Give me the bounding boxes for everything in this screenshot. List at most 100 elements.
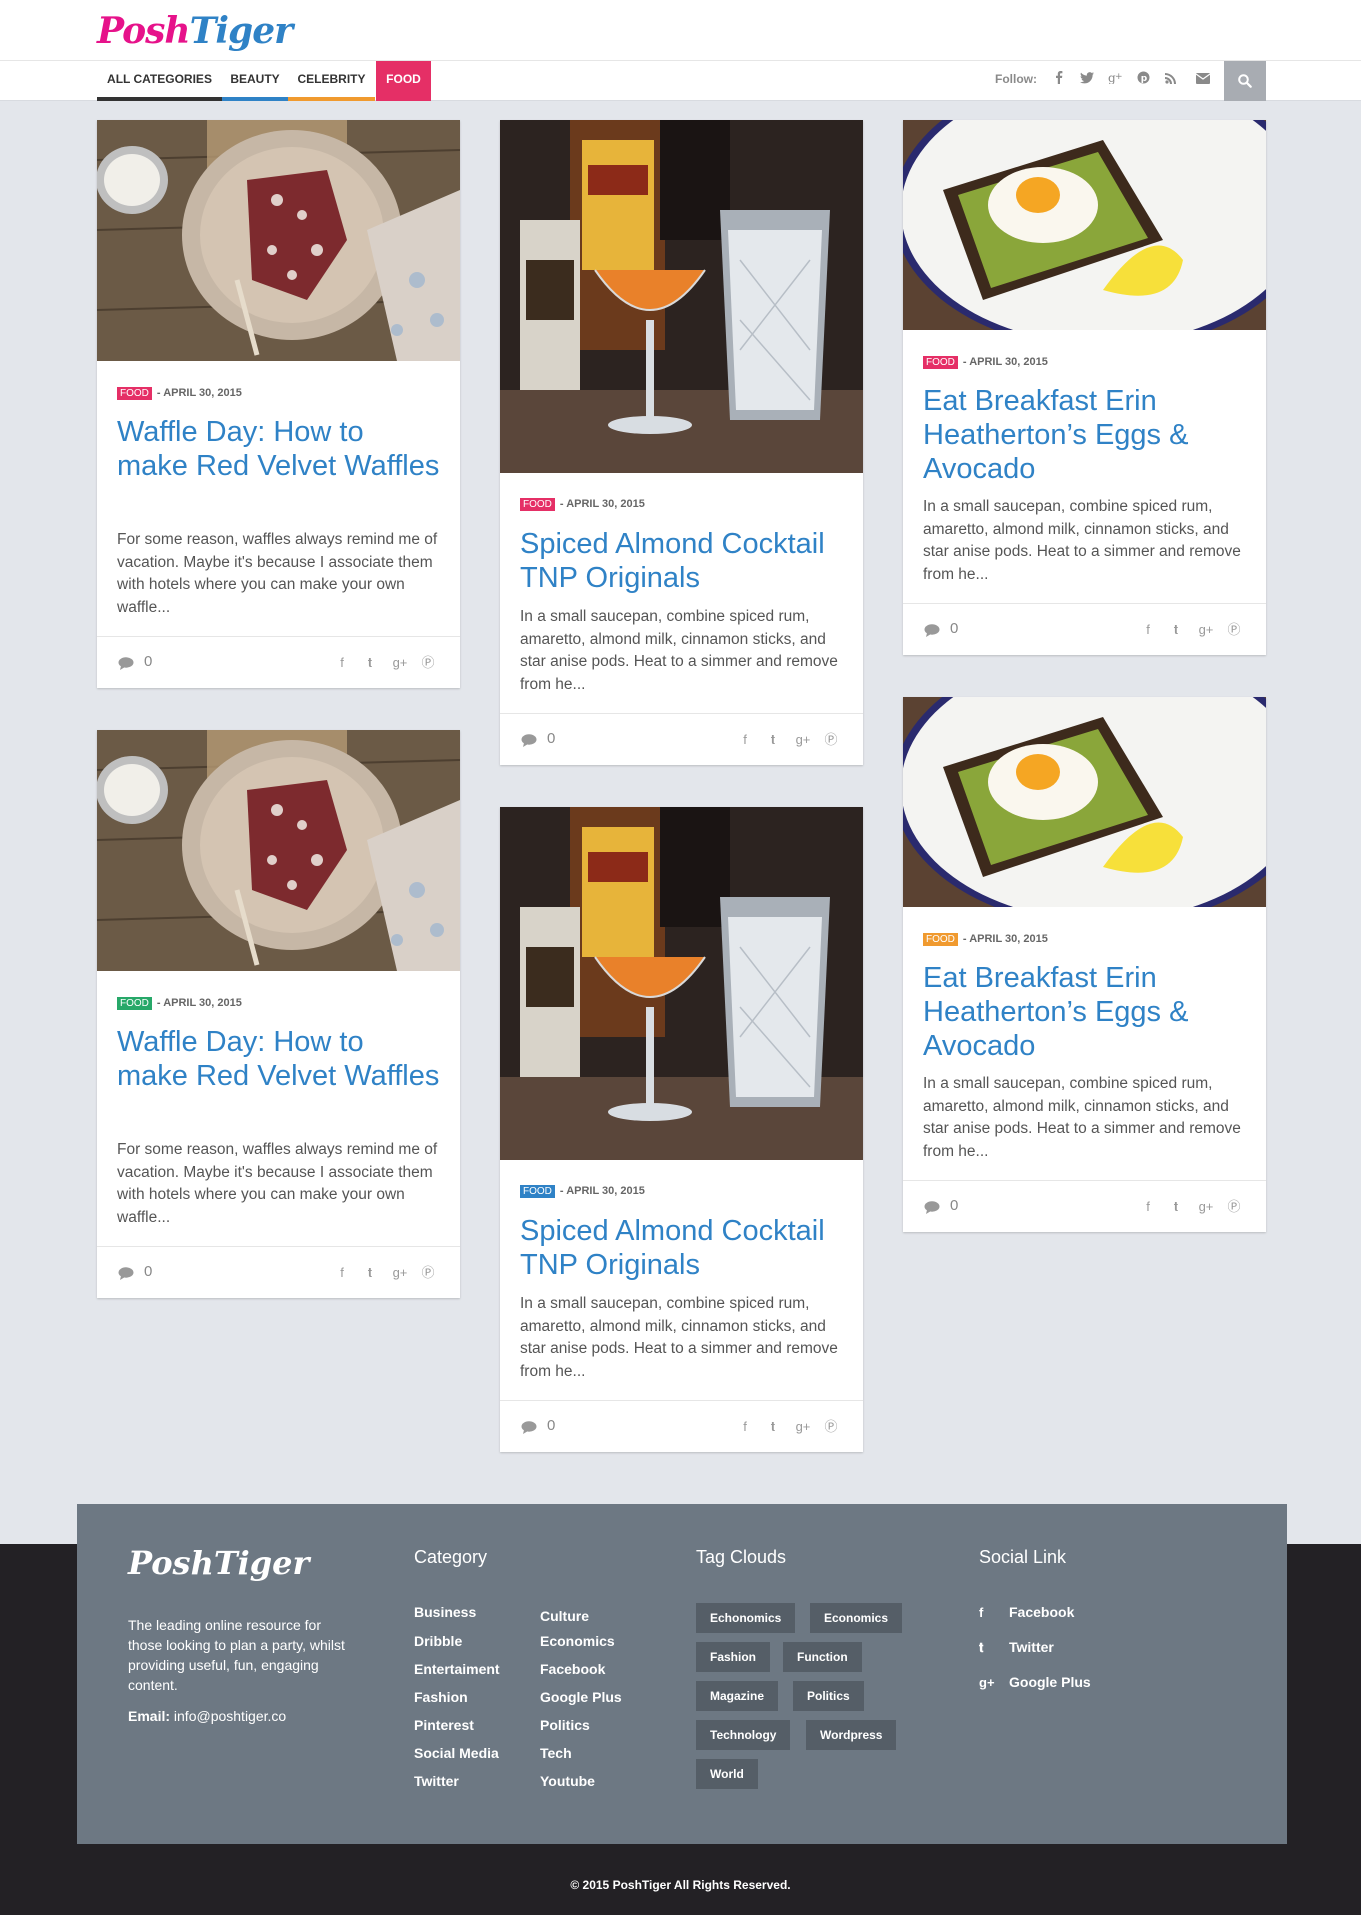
category-badge[interactable]: FOOD <box>923 933 958 946</box>
post-title[interactable]: Waffle Day: How to make Red Velvet Waffl… <box>117 415 440 483</box>
tag-chip[interactable]: Technology <box>696 1720 791 1750</box>
post-title[interactable]: Eat Breakfast Erin Heatherton’s Eggs & A… <box>923 384 1246 486</box>
pinterest-icon[interactable]: Ⓟ <box>1225 620 1243 640</box>
google-plus-icon[interactable]: g+ <box>391 653 409 673</box>
email-icon[interactable] <box>1193 69 1213 91</box>
footer-category-link[interactable]: Pinterest <box>414 1717 474 1733</box>
pinterest-icon[interactable]: Ⓟ <box>419 653 437 673</box>
google-plus-icon[interactable]: g+ <box>794 730 812 750</box>
post-card[interactable]: FOOD - APRIL 30, 2015 Waffle Day: How to … <box>97 730 460 1298</box>
post-excerpt: In a small saucepan, combine spiced rum,… <box>520 1295 838 1380</box>
google-plus-icon[interactable]: g+ <box>794 1417 812 1437</box>
twitter-icon[interactable]: 𝐭 <box>361 1263 379 1283</box>
footer-category-link[interactable]: Twitter <box>414 1773 459 1789</box>
google-plus-icon[interactable]: g+ <box>1105 69 1125 91</box>
comment-icon[interactable] <box>924 1201 940 1214</box>
comment-icon[interactable] <box>924 624 940 637</box>
post-card[interactable]: FOOD - APRIL 30, 2015 Eat Breakfast Erin … <box>903 697 1266 1232</box>
social-link-facebook[interactable]: f Facebook <box>979 1604 1074 1620</box>
search-button[interactable] <box>1224 61 1266 101</box>
nav-all-categories[interactable]: ALL CATEGORIES <box>97 61 222 101</box>
post-excerpt: For some reason, waffles always remind m… <box>117 531 438 616</box>
google-plus-icon[interactable]: g+ <box>1197 620 1215 640</box>
twitter-icon[interactable]: 𝐭 <box>764 730 782 750</box>
facebook-icon[interactable]: f <box>333 653 351 673</box>
post-title[interactable]: Waffle Day: How to make Red Velvet Waffl… <box>117 1025 440 1093</box>
twitter-icon[interactable]: 𝐭 <box>1167 620 1185 640</box>
footer-category-link[interactable]: Economics <box>540 1633 615 1649</box>
category-badge[interactable]: FOOD <box>520 498 555 511</box>
tag-chip[interactable]: Magazine <box>696 1681 779 1711</box>
footer-category-link[interactable]: Youtube <box>540 1773 595 1789</box>
facebook-icon[interactable]: f <box>1139 620 1157 640</box>
social-label: Twitter <box>1009 1639 1054 1655</box>
nav-beauty[interactable]: BEAUTY <box>222 61 288 101</box>
footer-category-link[interactable]: Tech <box>540 1745 572 1761</box>
social-link-twitter[interactable]: 𝐭 Twitter <box>979 1639 1054 1656</box>
post-card[interactable]: FOOD - APRIL 30, 2015 Spiced Almond Cockt… <box>500 807 863 1452</box>
comment-icon[interactable] <box>118 657 134 670</box>
tag-chip[interactable]: Function <box>783 1642 862 1672</box>
footer-category-link[interactable]: Facebook <box>540 1661 605 1677</box>
tag-chip[interactable]: Economics <box>810 1603 903 1633</box>
facebook-icon[interactable]: f <box>736 1417 754 1437</box>
post-excerpt: In a small saucepan, combine spiced rum,… <box>923 498 1241 583</box>
facebook-icon[interactable] <box>1049 69 1069 91</box>
twitter-icon[interactable]: 𝐭 <box>361 653 379 673</box>
footer-category-link[interactable]: Entertaiment <box>414 1661 500 1677</box>
post-meta: FOOD - APRIL 30, 2015 <box>117 996 242 1010</box>
nav-food[interactable]: FOOD <box>376 61 431 101</box>
pinterest-icon[interactable]: p <box>1133 69 1153 91</box>
footer-category-link[interactable]: Dribble <box>414 1633 462 1649</box>
google-plus-icon[interactable]: g+ <box>1197 1197 1215 1217</box>
site-logo[interactable]: PoshTiger <box>97 10 293 52</box>
google-plus-icon[interactable]: g+ <box>391 1263 409 1283</box>
pinterest-icon[interactable]: Ⓟ <box>1225 1197 1243 1217</box>
footer-category-link[interactable]: Social Media <box>414 1745 499 1761</box>
footer-category-link[interactable]: Business <box>414 1604 476 1620</box>
social-link-google-plus[interactable]: g+ Google Plus <box>979 1674 1091 1690</box>
category-badge[interactable]: FOOD <box>117 997 152 1010</box>
tag-chip[interactable]: Wordpress <box>806 1720 897 1750</box>
facebook-icon[interactable]: f <box>333 1263 351 1283</box>
facebook-icon[interactable]: f <box>736 730 754 750</box>
comment-count: 0 <box>950 1197 959 1214</box>
twitter-icon[interactable]: 𝐭 <box>764 1417 782 1437</box>
tag-chip[interactable]: Echonomics <box>696 1603 796 1633</box>
post-title[interactable]: Spiced Almond Cocktail TNP Originals <box>520 527 843 595</box>
footer-category-link[interactable]: Culture <box>540 1608 589 1624</box>
footer-logo[interactable]: PoshTiger <box>128 1544 309 1582</box>
email-address[interactable]: info@poshtiger.co <box>174 1708 286 1724</box>
post-card[interactable]: FOOD - APRIL 30, 2015 Spiced Almond Cockt… <box>500 120 863 765</box>
comment-icon[interactable] <box>118 1267 134 1280</box>
post-card[interactable]: FOOD - APRIL 30, 2015 Waffle Day: How to … <box>97 120 460 688</box>
pinterest-icon[interactable]: Ⓟ <box>419 1263 437 1283</box>
comment-icon[interactable] <box>521 734 537 747</box>
tag-chip[interactable]: World <box>696 1759 758 1789</box>
category-heading: Category <box>414 1547 488 1567</box>
footer-email: Email: info@poshtiger.co <box>128 1708 286 1724</box>
svg-text:p: p <box>1140 74 1147 84</box>
twitter-icon[interactable]: 𝐭 <box>1167 1197 1185 1217</box>
footer-category-link[interactable]: Politics <box>540 1717 590 1733</box>
facebook-icon[interactable]: f <box>1139 1197 1157 1217</box>
post-title[interactable]: Spiced Almond Cocktail TNP Originals <box>520 1214 843 1282</box>
category-badge[interactable]: FOOD <box>923 356 958 369</box>
nav-celebrity[interactable]: CELEBRITY <box>288 61 375 101</box>
pinterest-icon[interactable]: Ⓟ <box>822 730 840 750</box>
category-badge[interactable]: FOOD <box>520 1185 555 1198</box>
tag-chip[interactable]: Fashion <box>696 1642 771 1672</box>
post-excerpt: In a small saucepan, combine spiced rum,… <box>923 1075 1241 1160</box>
category-badge[interactable]: FOOD <box>117 387 152 400</box>
post-meta: FOOD - APRIL 30, 2015 <box>520 1184 645 1198</box>
comment-count: 0 <box>144 1263 153 1280</box>
tag-chip[interactable]: Politics <box>793 1681 864 1711</box>
pinterest-icon[interactable]: Ⓟ <box>822 1417 840 1437</box>
post-card[interactable]: FOOD - APRIL 30, 2015 Eat Breakfast Erin … <box>903 120 1266 655</box>
footer-category-link[interactable]: Google Plus <box>540 1689 622 1705</box>
twitter-icon[interactable] <box>1077 69 1097 91</box>
comment-icon[interactable] <box>521 1421 537 1434</box>
rss-icon[interactable] <box>1161 69 1181 91</box>
footer-category-link[interactable]: Fashion <box>414 1689 468 1705</box>
post-title[interactable]: Eat Breakfast Erin Heatherton’s Eggs & A… <box>923 961 1246 1063</box>
